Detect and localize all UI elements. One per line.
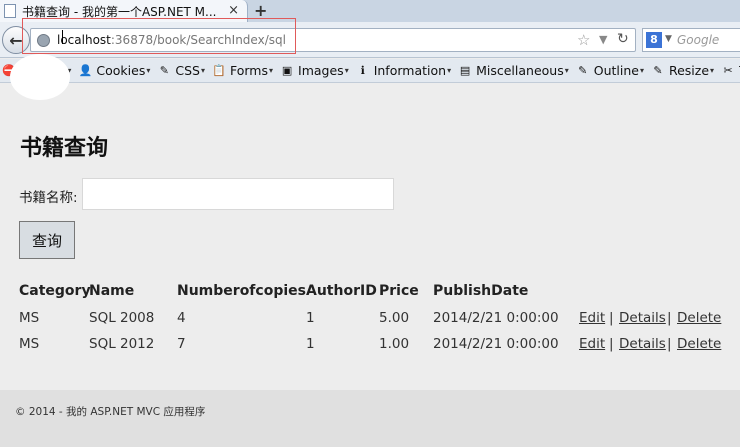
page-footer: © 2014 - 我的 ASP.NET MVC 应用程序 [0,390,740,447]
cell-price: 1.00 [379,336,410,352]
toolbar-item-resize[interactable]: ✎ Resize ▾ [651,63,714,78]
image-icon: ▣ [281,64,293,77]
toolbar-item-label: Forms [229,63,268,78]
logo-bubble [10,54,70,100]
toolbar-item-label: Information [373,63,447,78]
edit-link[interactable]: Edit [579,310,605,326]
cell-date: 2014/2/21 0:00:00 [433,310,559,326]
search-bar[interactable]: 8 ▼ Google [642,28,740,52]
dropdown-caret-icon: ▾ [200,66,205,75]
tab-title: 书籍查询 - 我的第一个ASP.NET M... [22,4,217,19]
delete-link[interactable]: Delete [677,310,721,326]
column-publish-date-header: PublishDate [433,283,529,299]
toolbar-item-cookies[interactable]: 👤 Cookies ▾ [78,63,151,78]
cell-author: 1 [306,310,315,326]
cell-author: 1 [306,336,315,352]
cell-price: 5.00 [379,310,410,326]
cell-name: SQL 2012 [89,336,155,352]
action-separator: | [667,310,672,326]
dropdown-caret-icon: ▾ [639,66,644,75]
toolbar-item-forms[interactable]: 📋 Forms ▾ [212,63,273,78]
search-input[interactable]: Google [677,33,719,47]
cell-copies: 4 [177,310,186,326]
dropdown-caret-icon: ▾ [344,66,349,75]
toolbar-item-label: CSS [175,63,200,78]
toolbar-item-outline[interactable]: ✎ Outline ▾ [576,63,644,78]
reload-icon[interactable]: ↻ [617,31,629,47]
tools-icon: ✂ [723,64,733,77]
dropdown-caret-icon: ▾ [269,66,274,75]
toolbar-item-label: Images [298,63,344,78]
pencil-icon: ✎ [159,64,169,77]
info-icon: ℹ [360,64,365,77]
edit-link[interactable]: Edit [579,336,605,352]
column-name-header: Name [89,283,135,299]
person-icon: 👤 [78,64,93,77]
cell-category: MS [19,336,40,352]
dropdown-caret-icon: ▾ [146,66,151,75]
cell-copies: 7 [177,336,186,352]
toolbar-item-css[interactable]: ✎ CSS ▾ [157,63,205,78]
toolbar-item-too[interactable]: ✂Too [721,63,740,78]
toolbar-item-information[interactable]: ℹ Information ▾ [356,63,451,78]
search-engine-icon[interactable]: 8 [646,32,662,48]
dropdown-caret-icon: ▾ [564,66,569,75]
action-separator: | [609,336,614,352]
table-row: MS SQL 2008 4 1 5.00 2014/2/21 0:00:00 Edit | De… [0,310,740,332]
details-link[interactable]: Details [619,310,666,326]
pencil-icon: ✎ [653,64,663,77]
page-content: 书籍查询 书籍名称: 查询 Category Name Numberofcopies… [0,54,740,447]
bookmark-star-icon[interactable]: ☆ [577,31,590,49]
developer-toolbar: ⛔Disable▾👤Cookies▾✎CSS▾📋Forms▾▣Images▾ℹI… [0,59,740,83]
column-author-id-header: AuthorID [306,283,377,299]
delete-link[interactable]: Delete [677,336,721,352]
action-separator: | [667,336,672,352]
pencil-icon: ✎ [578,64,588,77]
column-price-header: Price [379,283,419,299]
table-row: MS SQL 2012 7 1 1.00 2014/2/21 0:00:00 Edit | De… [0,336,740,358]
clipboard-icon: 📋 [212,64,226,77]
footer-text: © 2014 - 我的 ASP.NET MVC 应用程序 [15,406,206,418]
column-copies-header: Numberofcopies [177,283,306,299]
cell-date: 2014/2/21 0:00:00 [433,336,559,352]
back-arrow-icon: ← [9,30,23,50]
dropdown-caret-icon: ▾ [710,66,715,75]
column-category-header: Category [19,283,91,299]
page-title: 书籍查询 [20,135,109,161]
action-separator: | [609,310,614,326]
toolbar-item-label: Miscellaneous [476,63,564,78]
toolbar-item-miscellaneous[interactable]: ▤ Miscellaneous ▾ [458,63,569,78]
dropdown-caret-icon: ▾ [447,66,452,75]
page-icon [4,4,16,18]
toolbar-item-images[interactable]: ▣ Images ▾ [280,63,349,78]
cell-category: MS [19,310,40,326]
query-button[interactable]: 查询 [19,221,75,259]
book-name-label: 书籍名称: [19,190,78,206]
history-dropdown-icon[interactable]: ▼ [599,33,607,46]
search-engine-dropdown-icon[interactable]: ▼ [665,34,672,44]
cell-name: SQL 2008 [89,310,155,326]
toolbar-item-label: Resize [668,63,710,78]
details-link[interactable]: Details [619,336,666,352]
book-name-input[interactable] [82,178,394,210]
book-icon: ▤ [459,64,471,77]
close-tab-icon[interactable]: × [228,3,239,18]
toolbar-item-label: Cookies [96,63,146,78]
text-cursor-icon [62,30,68,44]
toolbar-item-label: Outline [593,63,639,78]
